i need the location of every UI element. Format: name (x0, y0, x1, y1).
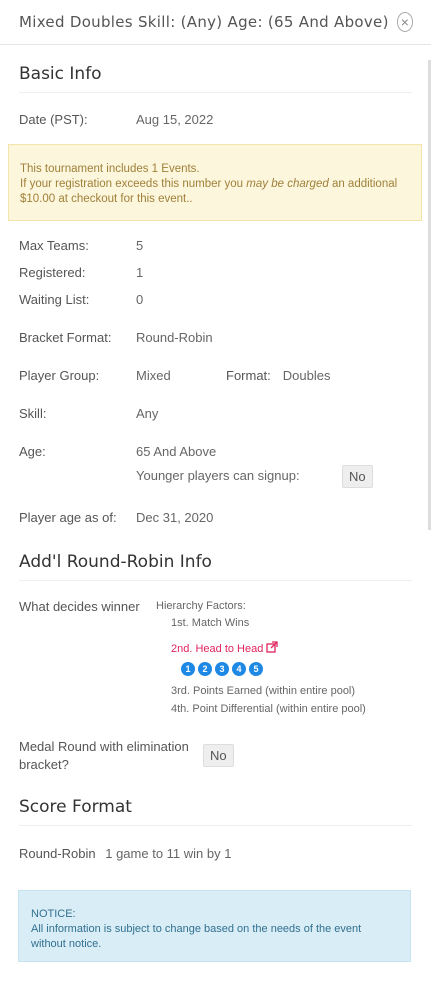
date-label: Date (PST): (19, 112, 88, 127)
medal-round-label: Medal Round with elimination bracket? (19, 739, 189, 772)
player-group-value: Mixed (136, 368, 171, 383)
warning-line2: If your registration exceeds this number… (20, 178, 398, 205)
registered-row: Registered: 1 (19, 265, 143, 281)
registration-warning: This tournament includes 1 Events. If yo… (8, 144, 422, 221)
age-row: Age: 65 And Above (19, 444, 216, 460)
skill-label: Skill: (19, 406, 47, 421)
pool-pill-1[interactable]: 1 (181, 662, 195, 676)
factor-2-label[interactable]: 2nd. Head to Head (171, 643, 263, 655)
skill-value: Any (136, 406, 159, 421)
player-group-label: Player Group: (19, 368, 100, 383)
younger-label: Younger players can signup: (136, 468, 300, 483)
registered-value: 1 (136, 265, 144, 280)
registered-label: Registered: (19, 265, 86, 280)
age-value: 65 And Above (136, 444, 217, 459)
date-value: Aug 15, 2022 (136, 112, 214, 127)
waiting-list-label: Waiting List: (19, 292, 90, 307)
modal-header: Mixed Doubles Skill: (Any) Age: (65 And … (0, 0, 431, 45)
warning-line1: This tournament includes 1 Events. (20, 163, 200, 175)
notice-box: NOTICE: All information is subject to ch… (18, 890, 411, 962)
waiting-list-row: Waiting List: 0 (19, 292, 143, 308)
external-link-icon[interactable] (266, 641, 279, 653)
max-teams-value: 5 (136, 238, 144, 253)
bracket-format-value: Round-Robin (136, 330, 213, 345)
age-label: Age: (19, 444, 46, 459)
younger-no-badge: No (342, 465, 373, 488)
score-format-value: 1 game to 11 win by 1 (105, 846, 232, 861)
medal-no-badge: No (203, 744, 234, 767)
max-teams-label: Max Teams: (19, 238, 89, 253)
basic-info-heading: Basic Info (19, 64, 412, 93)
age-asof-label: Player age as of: (19, 510, 117, 525)
notice-text: All information is subject to change bas… (31, 923, 362, 950)
pool-pill-4[interactable]: 4 (232, 662, 246, 676)
factor-2-link[interactable]: 2nd. Head to Head (171, 641, 279, 655)
age-asof-value: Dec 31, 2020 (136, 510, 214, 525)
score-format-heading: Score Format (19, 797, 412, 826)
modal-title: Mixed Doubles Skill: (Any) Age: (65 And … (19, 13, 389, 31)
round-robin-heading: Add'l Round-Robin Info (19, 552, 412, 581)
pool-pill-5[interactable]: 5 (249, 662, 263, 676)
player-group-row: Player Group: Mixed Format: Doubles (19, 368, 331, 384)
close-icon[interactable]: × (396, 12, 413, 32)
skill-row: Skill: Any (19, 406, 158, 422)
bracket-format-row: Bracket Format: Round-Robin (19, 330, 213, 346)
winner-label: What decides winner (19, 599, 140, 614)
factor-1: 1st. Match Wins (171, 617, 250, 629)
max-teams-row: Max Teams: 5 (19, 238, 143, 254)
factor-3: 3rd. Points Earned (within entire pool) (171, 685, 356, 697)
score-format-label: Round-Robin (19, 846, 96, 861)
pool-pills: 12345 (181, 659, 266, 677)
pool-pill-3[interactable]: 3 (215, 662, 229, 676)
factor-4: 4th. Point Differential (within entire p… (171, 703, 366, 715)
notice-title: NOTICE: (31, 908, 76, 920)
pool-pill-2[interactable]: 2 (198, 662, 212, 676)
age-asof-row: Player age as of: Dec 31, 2020 (19, 510, 213, 526)
bracket-format-label: Bracket Format: (19, 330, 112, 345)
format-label: Format: (226, 368, 271, 383)
score-format-row: Round-Robin 1 game to 11 win by 1 (19, 846, 231, 861)
factors-label: Hierarchy Factors: (156, 600, 246, 612)
waiting-list-value: 0 (136, 292, 144, 307)
date-row: Date (PST): Aug 15, 2022 (19, 112, 213, 128)
format-value: Doubles (282, 368, 331, 383)
younger-row: Younger players can signup: (136, 468, 300, 484)
